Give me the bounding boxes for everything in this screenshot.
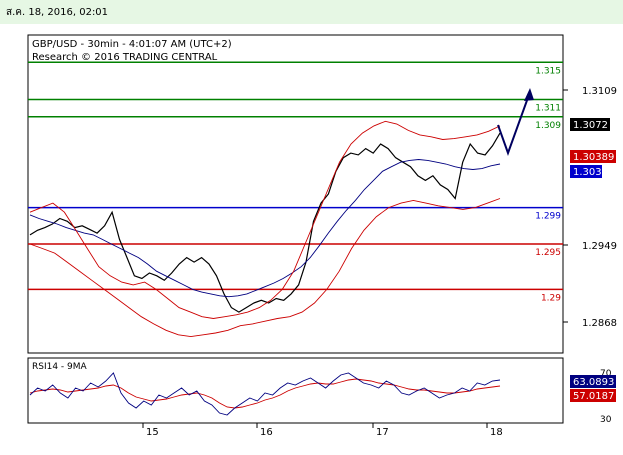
rsi-tag-label: 57.0187 bbox=[573, 391, 614, 402]
level-label: 1.309 bbox=[535, 121, 561, 131]
level-label: 1.295 bbox=[535, 248, 561, 258]
level-label: 1.299 bbox=[535, 212, 561, 222]
y-tick-label: 1.2949 bbox=[582, 241, 617, 252]
x-tick-label: 18 bbox=[490, 427, 503, 438]
x-tick-label: 15 bbox=[146, 427, 159, 438]
rsi-tag-label: 63.0893 bbox=[573, 377, 614, 388]
chart-canvas: GBP/USD - 30min - 4:01:07 AM (UTC+2) Res… bbox=[27, 34, 617, 438]
y-tick-label: 1.2868 bbox=[582, 318, 617, 329]
x-tick-label: 17 bbox=[376, 427, 389, 438]
rsi-title: RSI14 - 9MA bbox=[32, 362, 88, 372]
level-label: 1.29 bbox=[541, 293, 561, 303]
y-tick-label: 1.3109 bbox=[582, 86, 617, 97]
level-label: 1.311 bbox=[535, 104, 561, 114]
chart-subtitle: Research © 2016 TRADING CENTRAL bbox=[32, 52, 218, 63]
price-tag-label: 1.30389 bbox=[573, 152, 614, 163]
level-label: 1.315 bbox=[535, 66, 561, 76]
main-panel bbox=[27, 34, 564, 354]
price-tags: 1.3072 1.30389 1.303 63.0893 57.0187 bbox=[570, 118, 616, 402]
rsi-y-tick-label: 30 bbox=[600, 415, 612, 425]
rsi-panel bbox=[27, 357, 564, 424]
price-tag-label: 1.303 bbox=[573, 167, 602, 178]
x-tick-label: 16 bbox=[260, 427, 273, 438]
chart-title: GBP/USD - 30min - 4:01:07 AM (UTC+2) bbox=[32, 39, 232, 50]
price-tag-label: 1.3072 bbox=[573, 120, 608, 131]
